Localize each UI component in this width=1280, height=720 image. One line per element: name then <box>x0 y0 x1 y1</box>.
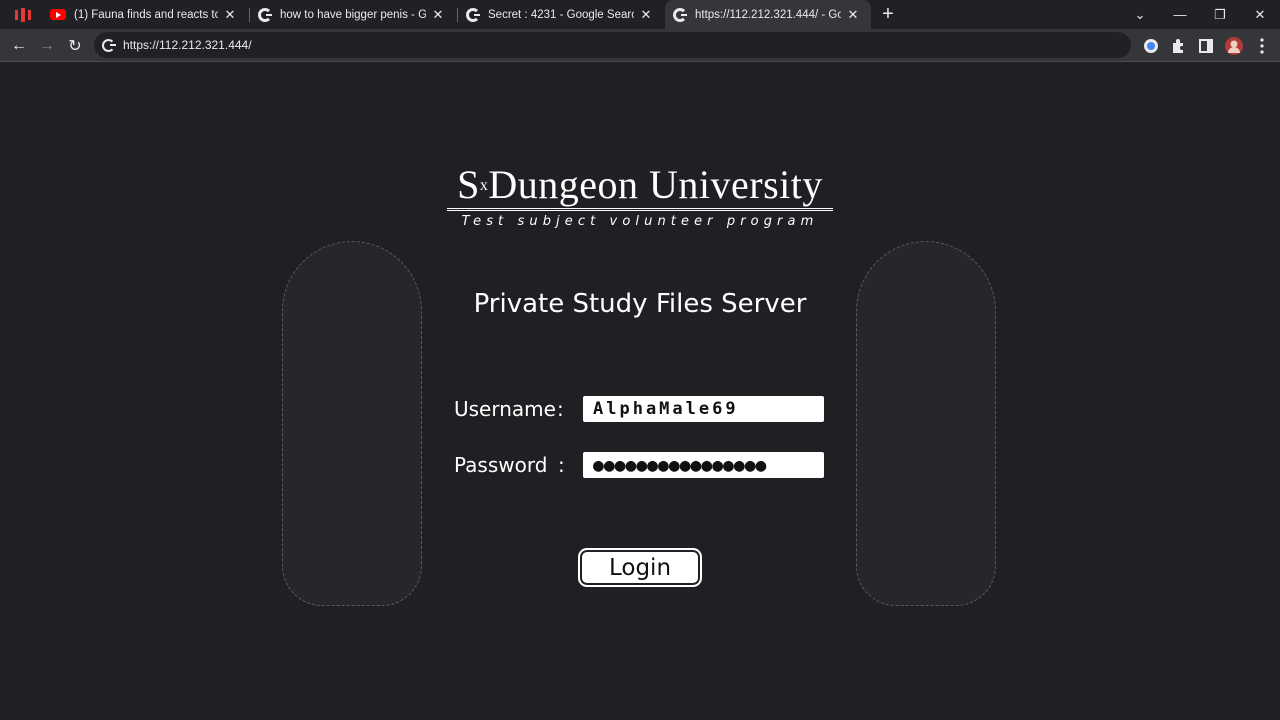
tab-search-2[interactable]: Secret : 4231 - Google Search ✕ <box>458 0 664 29</box>
extension-icon[interactable] <box>1141 36 1161 56</box>
tab-title: (1) Fauna finds and reacts to Wat <box>74 8 218 21</box>
close-icon[interactable]: ✕ <box>845 7 861 23</box>
more-menu-icon[interactable] <box>1252 36 1272 56</box>
window-close-button[interactable]: ✕ <box>1240 0 1280 29</box>
username-input[interactable] <box>583 396 824 422</box>
site-logo: SxDungeon University Test subject volunt… <box>440 163 840 229</box>
password-label: Password <box>454 453 548 477</box>
tab-active[interactable]: https://112.212.321.444/ - Googl ✕ <box>665 0 871 29</box>
reload-button[interactable]: ↻ <box>63 34 87 58</box>
app-menu-icon[interactable] <box>12 6 34 24</box>
address-bar[interactable]: https://112.212.321.444/ <box>94 32 1131 58</box>
tab-title: Secret : 4231 - Google Search <box>488 8 634 21</box>
page-content: SxDungeon University Test subject volunt… <box>0 63 1280 720</box>
google-icon <box>102 38 116 52</box>
decorative-image-left <box>282 241 422 606</box>
back-button[interactable]: ← <box>7 34 31 58</box>
puzzle-icon[interactable] <box>1168 36 1188 56</box>
side-panel-icon[interactable] <box>1196 36 1216 56</box>
logo-underline <box>447 208 833 211</box>
close-icon[interactable]: ✕ <box>222 7 238 23</box>
restore-button[interactable]: ❐ <box>1200 0 1240 29</box>
site-tagline: Test subject volunteer program <box>461 214 819 229</box>
decorative-image-right <box>856 241 996 606</box>
youtube-icon <box>50 9 66 20</box>
tab-strip: (1) Fauna finds and reacts to Wat ✕ how … <box>0 0 1280 29</box>
tab-search-dropdown-icon[interactable]: ⌄ <box>1120 0 1160 29</box>
tab-title: https://112.212.321.444/ - Googl <box>695 8 841 21</box>
site-name: SxDungeon University <box>440 163 840 208</box>
password-separator: : <box>558 453 565 477</box>
google-icon <box>673 7 687 22</box>
login-button[interactable]: Login <box>578 548 702 587</box>
close-icon[interactable]: ✕ <box>638 7 654 23</box>
page-title: Private Study Files Server <box>473 289 807 319</box>
tab-youtube[interactable]: (1) Fauna finds and reacts to Wat ✕ <box>42 0 248 29</box>
browser-toolbar: ← → ↻ https://112.212.321.444/ <box>0 29 1280 62</box>
close-icon[interactable]: ✕ <box>430 7 446 23</box>
site-name-rest: Dungeon University <box>488 162 823 207</box>
google-icon <box>466 7 480 22</box>
minimize-button[interactable]: — <box>1160 0 1200 29</box>
username-label: Username <box>454 397 556 421</box>
username-separator: : <box>557 397 564 421</box>
site-name-initial: S <box>457 162 480 207</box>
password-input[interactable] <box>583 452 824 478</box>
forward-button[interactable]: → <box>35 34 59 58</box>
new-tab-button[interactable]: + <box>878 4 898 24</box>
google-icon <box>258 7 272 22</box>
url-text: https://112.212.321.444/ <box>123 38 252 52</box>
tab-title: how to have bigger penis - Goog <box>280 8 426 21</box>
profile-avatar-icon[interactable] <box>1224 36 1244 56</box>
tab-search-1[interactable]: how to have bigger penis - Goog ✕ <box>250 0 456 29</box>
